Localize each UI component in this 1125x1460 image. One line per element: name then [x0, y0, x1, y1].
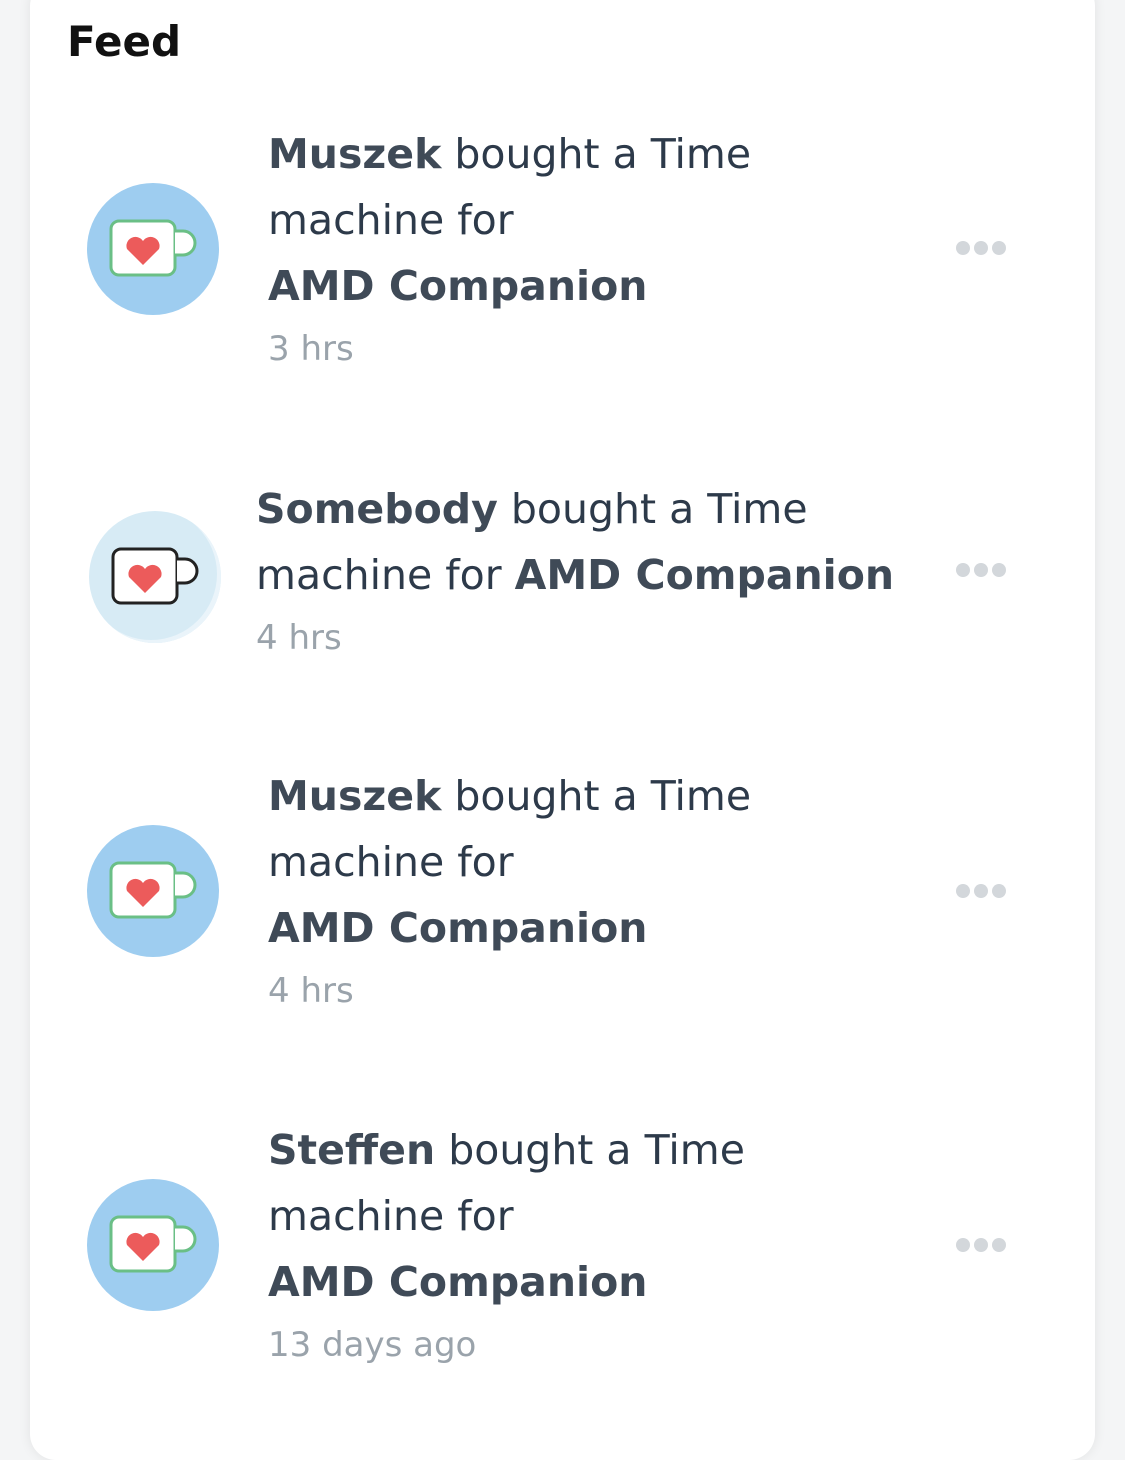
avatar[interactable] — [87, 825, 219, 957]
avatar[interactable] — [89, 511, 221, 643]
timestamp: 4 hrs — [256, 618, 342, 658]
action-text: bought a Time — [454, 772, 752, 820]
creator-name[interactable]: AMD Companion — [515, 551, 894, 599]
action-text: bought a Time — [454, 130, 752, 178]
supporter-name[interactable]: Muszek — [268, 772, 441, 820]
creator-name[interactable]: AMD Companion — [268, 904, 647, 952]
action-text: bought a Time — [448, 1126, 745, 1174]
action-text-cont: machine for — [268, 1192, 514, 1240]
kofi-cup-icon — [111, 547, 199, 605]
kofi-cup-icon — [109, 1215, 197, 1273]
more-options-icon[interactable] — [956, 884, 1006, 898]
feed-item-text: Muszek bought a Time machine for AMD Com… — [268, 121, 751, 375]
timestamp: 3 hrs — [268, 329, 354, 369]
timestamp: 13 days ago — [268, 1325, 477, 1365]
timestamp: 4 hrs — [268, 971, 354, 1011]
supporter-name[interactable]: Steffen — [268, 1126, 435, 1174]
kofi-cup-icon — [109, 861, 197, 919]
action-text-cont: machine for — [256, 551, 502, 599]
avatar[interactable] — [87, 183, 219, 315]
feed-item-text: Steffen bought a Time machine for AMD Co… — [268, 1117, 745, 1371]
feed-item-text: Muszek bought a Time machine for AMD Com… — [268, 763, 751, 1017]
kofi-cup-icon — [109, 219, 197, 277]
feed-item-text: Somebody bought a Time machine for AMD C… — [256, 476, 894, 664]
feed-title: Feed — [67, 17, 182, 66]
more-options-icon[interactable] — [956, 1238, 1006, 1252]
avatar[interactable] — [87, 1179, 219, 1311]
action-text: bought a Time — [510, 485, 808, 533]
supporter-name[interactable]: Muszek — [268, 130, 441, 178]
more-options-icon[interactable] — [956, 241, 1006, 255]
action-text-cont: machine for — [268, 838, 514, 886]
creator-name[interactable]: AMD Companion — [268, 1258, 647, 1306]
more-options-icon[interactable] — [956, 563, 1006, 577]
creator-name[interactable]: AMD Companion — [268, 262, 647, 310]
action-text-cont: machine for — [268, 196, 514, 244]
supporter-name[interactable]: Somebody — [256, 485, 498, 533]
